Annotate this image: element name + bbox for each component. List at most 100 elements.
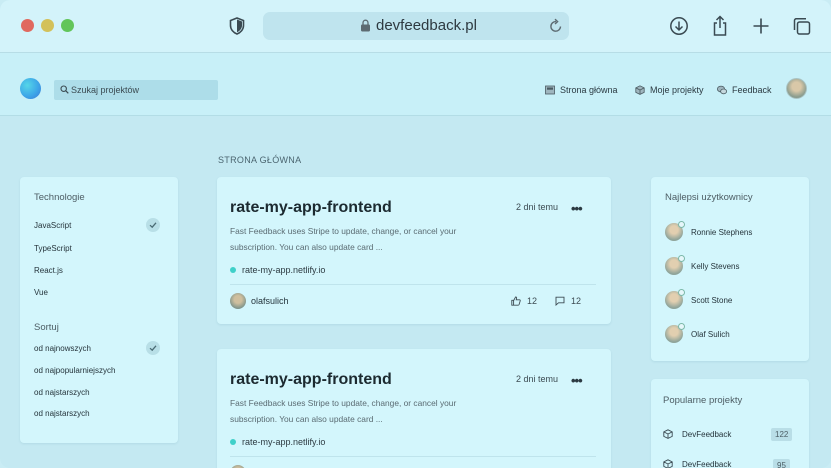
filter-typescript[interactable]: TypeScript — [34, 244, 72, 253]
javascript-checkmark-icon[interactable] — [146, 218, 160, 232]
card-divider — [230, 456, 596, 457]
sort-most-popular[interactable]: od najpopularniejszych — [34, 366, 115, 375]
filter-vue[interactable]: Vue — [34, 288, 48, 297]
nav-home[interactable]: Strona główna — [545, 85, 618, 95]
user-badge-icon — [678, 289, 685, 296]
chat-bubbles-icon — [717, 85, 727, 95]
cube-icon — [663, 429, 673, 439]
project-url[interactable]: rate-my-app.netlify.io — [242, 265, 325, 275]
project-link[interactable]: rate-my-app.netlify.io — [230, 437, 325, 447]
user-item[interactable]: Scott Stone — [665, 289, 732, 309]
comments-count: 12 — [571, 296, 582, 306]
url-text: devfeedback.pl — [376, 17, 477, 34]
home-page-icon — [545, 85, 555, 95]
user-name[interactable]: Kelly Stevens — [691, 262, 739, 271]
comments-stat[interactable]: 12 — [555, 296, 581, 306]
project-description: Fast Feedback uses Stripe to update, cha… — [230, 395, 500, 427]
minimize-window-button[interactable] — [41, 19, 54, 32]
sort-newest[interactable]: od najnowszych — [34, 344, 91, 353]
user-badge-icon — [678, 221, 685, 228]
sort-heading: Sortuj — [34, 322, 59, 333]
project-link[interactable]: rate-my-app.netlify.io — [230, 265, 325, 275]
user-badge-icon — [678, 323, 685, 330]
best-users-panel: Najlepsi użytkownicy Ronnie Stephens Kel… — [651, 177, 809, 361]
description-line: Fast Feedback uses Stripe to update, cha… — [230, 398, 457, 408]
user-name[interactable]: Olaf Sulich — [691, 330, 730, 339]
popular-project-item[interactable]: DevFeedback — [663, 459, 731, 468]
cube-icon — [635, 85, 645, 95]
project-author[interactable]: olafsulich — [230, 293, 289, 309]
browser-window: devfeedback.pl Szukaj projektów Strona g… — [0, 0, 831, 468]
app-logo[interactable] — [20, 78, 41, 99]
download-icon[interactable] — [669, 15, 689, 37]
user-name[interactable]: Ronnie Stephens — [691, 228, 752, 237]
sort-oldest-2[interactable]: od najstarszych — [34, 409, 90, 418]
project-date: 2 dni temu — [516, 202, 559, 212]
likes-stat[interactable]: 12 — [511, 296, 537, 306]
author-avatar[interactable] — [230, 293, 246, 309]
nav-feedback[interactable]: Feedback — [717, 85, 772, 95]
user-avatar[interactable] — [665, 221, 685, 241]
user-name[interactable]: Scott Stone — [691, 296, 732, 305]
popular-projects-panel: Popularne projekty DevFeedback 122 DevFe… — [651, 379, 809, 468]
search-box[interactable] — [54, 80, 218, 100]
nav-feedback-label: Feedback — [732, 85, 772, 95]
user-item[interactable]: Ronnie Stephens — [665, 221, 752, 241]
description-line: subscription. You can also update card .… — [230, 242, 383, 252]
filters-panel: Technologie JavaScript TypeScript React.… — [20, 177, 178, 443]
browser-toolbar: devfeedback.pl — [0, 0, 831, 53]
popular-project-count: 122 — [771, 428, 793, 441]
sort-newest-checkmark-icon[interactable] — [146, 341, 160, 355]
best-users-heading: Najlepsi użytkownicy — [665, 192, 753, 203]
nav-my-projects-label: Moje projekty — [650, 85, 704, 95]
cube-icon — [663, 459, 673, 468]
user-item[interactable]: Kelly Stevens — [665, 255, 739, 275]
description-line: Fast Feedback uses Stripe to update, cha… — [230, 226, 457, 236]
project-title[interactable]: rate-my-app-frontend — [230, 199, 392, 217]
filter-reactjs[interactable]: React.js — [34, 266, 63, 275]
project-description: Fast Feedback uses Stripe to update, cha… — [230, 223, 500, 255]
link-status-dot — [230, 267, 236, 273]
user-avatar[interactable] — [665, 255, 685, 275]
close-window-button[interactable] — [21, 19, 34, 32]
reload-icon[interactable] — [549, 18, 563, 34]
tabs-overview-icon[interactable] — [792, 15, 812, 37]
search-input[interactable] — [71, 80, 216, 100]
project-title[interactable]: rate-my-app-frontend — [230, 371, 392, 389]
likes-count: 12 — [527, 296, 538, 306]
user-avatar[interactable] — [665, 289, 685, 309]
lock-icon — [361, 19, 370, 32]
nav-home-label: Strona główna — [560, 85, 618, 95]
project-date: 2 dni temu — [516, 374, 559, 384]
author-name[interactable]: olafsulich — [251, 296, 289, 306]
popular-project-name[interactable]: DevFeedback — [682, 430, 731, 439]
project-url[interactable]: rate-my-app.netlify.io — [242, 437, 325, 447]
maximize-window-button[interactable] — [61, 19, 74, 32]
user-avatar[interactable] — [665, 323, 685, 343]
popular-project-item[interactable]: DevFeedback — [663, 429, 731, 439]
user-badge-icon — [678, 255, 685, 262]
technologies-heading: Technologie — [34, 192, 85, 203]
project-card[interactable]: rate-my-app-frontend 2 dni temu ••• Fast… — [217, 177, 611, 324]
filter-javascript[interactable]: JavaScript — [34, 221, 71, 230]
section-heading: STRONA GŁÓWNA — [218, 155, 302, 165]
nav-my-projects[interactable]: Moje projekty — [635, 85, 704, 95]
popular-project-name[interactable]: DevFeedback — [682, 460, 731, 468]
app-header: Strona główna Moje projekty Feedback — [0, 53, 831, 116]
more-options-icon[interactable]: ••• — [571, 373, 583, 388]
new-tab-plus-icon[interactable] — [751, 15, 771, 37]
more-options-icon[interactable]: ••• — [571, 201, 583, 216]
thumbs-up-icon — [511, 296, 521, 306]
popular-project-count: 95 — [773, 459, 790, 468]
search-icon — [60, 85, 69, 94]
user-avatar[interactable] — [786, 78, 807, 99]
project-card[interactable]: rate-my-app-frontend 2 dni temu ••• Fast… — [217, 349, 611, 468]
address-bar[interactable]: devfeedback.pl — [263, 12, 569, 40]
user-item[interactable]: Olaf Sulich — [665, 323, 730, 343]
sort-oldest[interactable]: od najstarszych — [34, 388, 90, 397]
popular-projects-heading: Popularne projekty — [663, 395, 743, 406]
privacy-shield-icon[interactable] — [229, 17, 245, 35]
share-icon[interactable] — [710, 15, 730, 37]
comment-icon — [555, 296, 565, 306]
link-status-dot — [230, 439, 236, 445]
